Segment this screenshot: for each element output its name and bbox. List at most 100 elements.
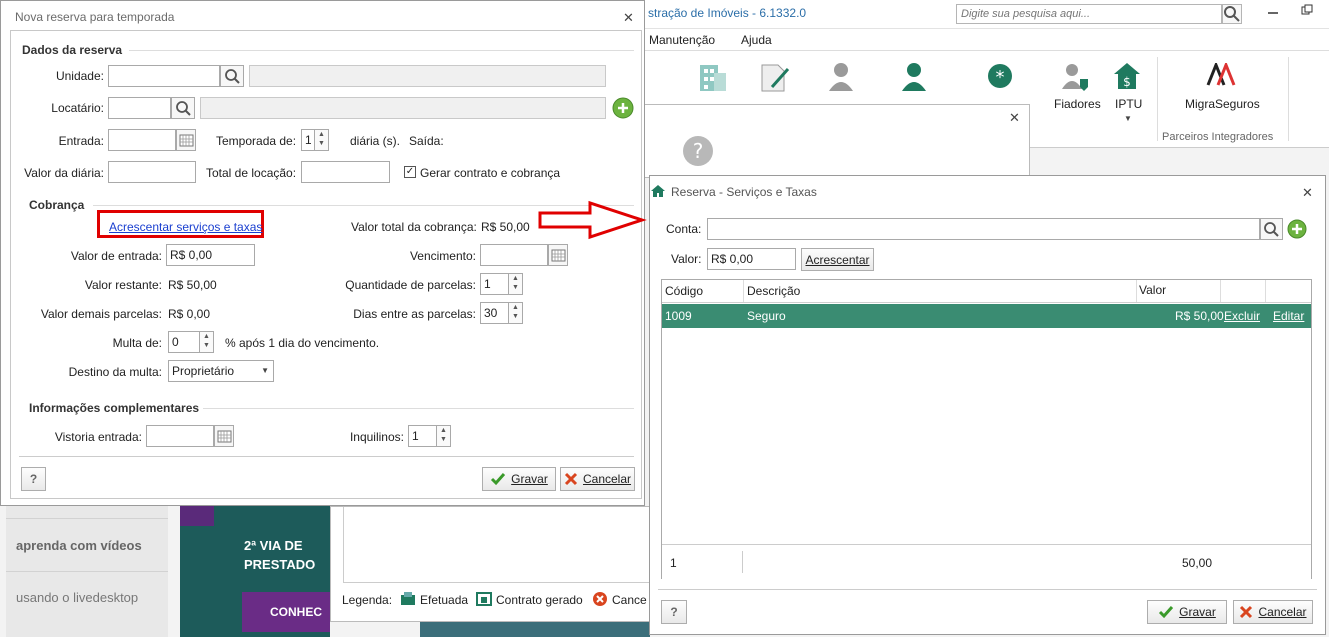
total-locacao-input[interactable] [301, 161, 390, 183]
calendar-icon [217, 430, 232, 443]
servicos-close-icon[interactable]: ✕ [1302, 186, 1313, 199]
destino-multa-label: Destino da multa: [68, 365, 162, 379]
reserva-help-button[interactable]: ? [21, 467, 46, 491]
footer-total: 50,00 [1182, 556, 1213, 570]
multa-label: Multa de: [112, 336, 162, 350]
table-row[interactable]: 1009 Seguro R$ 50,00 Excluir Editar [662, 304, 1311, 328]
person-gray-icon[interactable] [826, 61, 856, 96]
section-info: Informações complementares [29, 401, 200, 415]
gerar-contrato-checkbox[interactable]: ✓ [404, 166, 416, 178]
temporada-stepper[interactable]: ▲ ▼ [315, 129, 329, 151]
menu-manutencao[interactable]: Manutenção [649, 33, 715, 47]
promo-banner: 2ª VIA DE PRESTADO CONHEC [180, 506, 330, 637]
menu-ajuda[interactable]: Ajuda [741, 33, 772, 47]
side-menu-item-videos[interactable]: aprenda com vídeos [6, 518, 168, 572]
valor-restante-value: R$ 50,00 [168, 278, 217, 292]
vistoria-date-input[interactable] [146, 425, 214, 447]
destino-multa-value: Proprietário [172, 364, 235, 378]
restore-icon[interactable] [1301, 4, 1313, 16]
global-search-input[interactable] [956, 4, 1222, 24]
unidade-input[interactable] [108, 65, 220, 87]
legend-contrato: Contrato gerado [496, 593, 583, 607]
gerar-contrato-label[interactable]: Gerar contrato e cobrança [420, 166, 560, 180]
vistoria-label: Vistoria entrada: [54, 430, 142, 444]
row-editar-link[interactable]: Editar [1273, 309, 1304, 323]
temporada-input[interactable] [301, 129, 315, 151]
home-icon [651, 185, 665, 200]
valor-input[interactable] [707, 248, 796, 270]
dias-parcelas-stepper[interactable]: ▲ ▼ [509, 302, 523, 324]
dias-parcelas-input[interactable] [480, 302, 509, 324]
destino-multa-select[interactable]: Proprietário ▼ [168, 360, 274, 382]
bg-panel-close-icon[interactable]: ✕ [1009, 111, 1020, 124]
chevron-down-icon[interactable]: ▼ [1124, 114, 1132, 123]
migraseguros-logo-icon[interactable] [1206, 60, 1238, 90]
servicos-gravar-button[interactable]: Gravar [1147, 600, 1227, 624]
section-dados-divider [129, 50, 634, 51]
bg-list-area [343, 507, 653, 583]
col-codigo[interactable]: Código [665, 284, 703, 298]
servicos-grid: Código Descrição Valor 1009 Seguro R$ 50… [661, 279, 1312, 579]
qtd-parcelas-input[interactable] [480, 273, 509, 295]
col-descricao[interactable]: Descrição [747, 284, 800, 298]
reserva-cancelar-button[interactable]: Cancelar [560, 467, 635, 491]
valor-entrada-input[interactable] [166, 244, 255, 266]
ribbon-migraseguros-label[interactable]: MigraSeguros [1185, 97, 1260, 111]
add-locatario-icon[interactable] [612, 97, 634, 122]
servicos-dialog: Reserva - Serviços e Taxas ✕ Conta: Valo… [649, 175, 1326, 635]
reserva-close-icon[interactable]: ✕ [623, 11, 634, 24]
ribbon-group-label: Parceiros Integradores [1162, 131, 1274, 143]
vistoria-calendar-button[interactable] [214, 425, 234, 447]
footer-divider [19, 456, 634, 457]
document-edit-icon[interactable] [758, 61, 792, 96]
search-icon [176, 101, 191, 116]
fiadores-icon[interactable] [1060, 61, 1092, 96]
app-titlebar: stração de Imóveis - 6.1332.0 [640, 0, 1329, 29]
servicos-help-button[interactable]: ? [661, 600, 687, 624]
iptu-house-icon[interactable]: $ [1112, 61, 1142, 94]
asterisk-icon[interactable]: * [987, 63, 1013, 92]
servicos-title: Reserva - Serviços e Taxas [671, 185, 817, 199]
conta-search-button[interactable] [1260, 218, 1283, 240]
conta-input[interactable] [707, 218, 1260, 240]
vencimento-date-input[interactable] [480, 244, 548, 266]
unidade-search-button[interactable] [220, 65, 244, 87]
valor-diaria-input[interactable] [108, 161, 196, 183]
multa-stepper[interactable]: ▲ ▼ [200, 331, 214, 353]
qtd-parcelas-stepper[interactable]: ▲ ▼ [509, 273, 523, 295]
ribbon-iptu-label[interactable]: IPTU [1115, 97, 1142, 111]
reserva-gravar-button[interactable]: Gravar [482, 467, 556, 491]
help-circle-icon[interactable]: ? [682, 135, 714, 170]
calendar-icon [179, 134, 194, 147]
entrada-calendar-button[interactable] [176, 129, 196, 151]
row-excluir-link[interactable]: Excluir [1224, 309, 1260, 323]
footer-count: 1 [670, 556, 677, 570]
banner-cta[interactable]: CONHEC [242, 592, 330, 632]
inquilinos-stepper[interactable]: ▲ ▼ [437, 425, 451, 447]
global-search-button[interactable] [1222, 4, 1242, 24]
building-icon[interactable] [696, 61, 728, 96]
col-valor[interactable]: Valor [1139, 283, 1166, 297]
multa-input[interactable] [168, 331, 200, 353]
grid-footer: 1 50,00 [662, 544, 1311, 579]
search-icon [1224, 6, 1240, 22]
locatario-input[interactable] [108, 97, 171, 119]
reserva-gravar-label: Gravar [511, 472, 548, 486]
side-menu-item-livedesktop[interactable]: usando o livedesktop [6, 572, 168, 624]
section-dados: Dados da reserva [22, 43, 123, 57]
add-conta-icon[interactable] [1287, 219, 1307, 242]
person-green-icon[interactable] [899, 61, 929, 96]
acrescentar-servicos-link[interactable]: Acrescentar serviços e taxas [109, 220, 262, 234]
servicos-footer-divider [658, 589, 1317, 590]
vencimento-calendar-button[interactable] [548, 244, 568, 266]
minimize-icon[interactable] [1268, 6, 1278, 16]
vencimento-label: Vencimento: [409, 249, 476, 263]
servicos-body: Conta: Valor: Acrescentar Código Descriç… [650, 206, 1325, 634]
entrada-date-input[interactable] [108, 129, 176, 151]
locatario-search-button[interactable] [171, 97, 195, 119]
ribbon-fiadores-label[interactable]: Fiadores [1054, 97, 1101, 111]
inquilinos-input[interactable] [408, 425, 437, 447]
servicos-cancelar-button[interactable]: Cancelar [1233, 600, 1313, 624]
svg-text:?: ? [693, 139, 704, 163]
acrescentar-button[interactable]: Acrescentar [801, 248, 874, 271]
